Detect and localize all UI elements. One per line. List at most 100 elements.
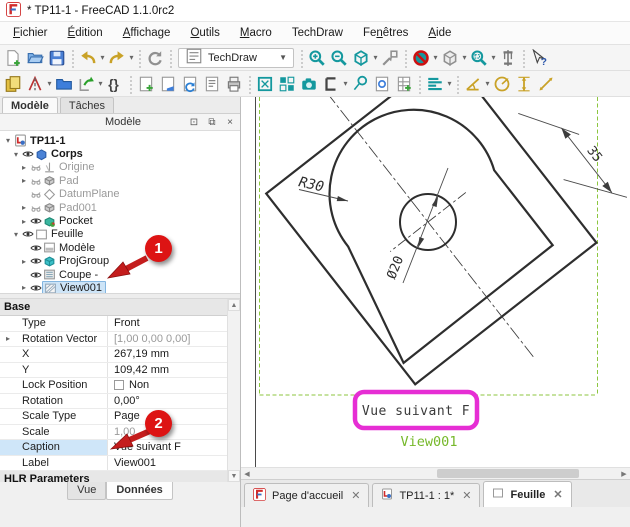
open-document-icon[interactable] xyxy=(24,47,46,69)
property-value[interactable]: View001 xyxy=(108,456,240,471)
visibility-eye-icon[interactable] xyxy=(21,148,34,160)
close-tab-icon[interactable]: ✕ xyxy=(460,489,471,502)
zoom-region-icon[interactable] xyxy=(468,47,490,69)
dropdown-caret-icon[interactable]: ▾ xyxy=(46,79,53,88)
dimension-radius-icon[interactable] xyxy=(491,73,513,95)
property-section-base[interactable]: Base xyxy=(0,299,240,316)
property-row-rotation-vector[interactable]: ▸Rotation Vector[1,00 0,00 0,00] xyxy=(0,332,240,348)
expand-arrow-icon[interactable]: ▸ xyxy=(19,203,29,212)
property-value[interactable]: [1,00 0,00 0,00] xyxy=(108,332,240,347)
dimension-oblique-icon[interactable] xyxy=(535,73,557,95)
whats-this-icon[interactable]: ? xyxy=(528,47,550,69)
doc-tab-tp11-1-1-[interactable]: TP11-1 : 1*✕ xyxy=(372,483,480,507)
expand-arrow-icon[interactable]: ▸ xyxy=(19,257,29,266)
visibility-eye-icon[interactable] xyxy=(29,255,42,267)
caption-text[interactable]: Vue suivant F xyxy=(362,404,470,419)
braces-icon[interactable]: {} xyxy=(104,73,126,95)
property-row-type[interactable]: TypeFront xyxy=(0,316,240,332)
close-tab-icon[interactable]: ✕ xyxy=(349,489,360,502)
new-page-default-icon[interactable] xyxy=(135,73,157,95)
refresh-icon[interactable] xyxy=(144,47,166,69)
dock-panel-icon[interactable]: ⊡ xyxy=(186,115,202,129)
tree-item-pocket[interactable]: ▸Pocket xyxy=(0,214,240,227)
view-label-text[interactable]: View001 xyxy=(401,434,458,450)
property-value[interactable]: 109,42 mm xyxy=(108,363,240,378)
drawing-canvas[interactable]: 35 Ø20 R30 V xyxy=(241,97,630,467)
insert-balloon-icon[interactable] xyxy=(349,73,371,95)
horizontal-scrollbar[interactable]: ◀ ▶ xyxy=(241,467,630,479)
folder-tree-icon[interactable] xyxy=(53,73,75,95)
export-page-icon[interactable] xyxy=(75,73,97,95)
property-scrollbar[interactable]: ▲ ▼ xyxy=(227,299,240,482)
dimension-vertical-icon[interactable] xyxy=(513,73,535,95)
visibility-eye-icon[interactable] xyxy=(29,161,42,173)
new-document-icon[interactable] xyxy=(2,47,24,69)
scroll-right-icon[interactable]: ▶ xyxy=(618,468,630,479)
insert-image-icon[interactable] xyxy=(371,73,393,95)
undo-icon[interactable] xyxy=(77,47,99,69)
tree-item-origine[interactable]: ▸Origine xyxy=(0,161,240,174)
property-row-rotation[interactable]: Rotation0,00° xyxy=(0,394,240,410)
redraw-page-icon[interactable] xyxy=(201,73,223,95)
scroll-down-icon[interactable]: ▼ xyxy=(228,470,240,482)
dropdown-caret-icon[interactable]: ▾ xyxy=(372,53,379,62)
dropdown-caret-icon[interactable]: ▾ xyxy=(461,53,468,62)
property-value[interactable]: 267,19 mm xyxy=(108,347,240,362)
expand-arrow-icon[interactable]: ▸ xyxy=(6,334,10,343)
save-document-icon[interactable] xyxy=(46,47,68,69)
dropdown-caret-icon[interactable]: ▾ xyxy=(342,79,349,88)
fit-all-icon[interactable] xyxy=(350,47,372,69)
print-page-icon[interactable] xyxy=(223,73,245,95)
property-value[interactable]: Non xyxy=(108,378,240,393)
insert-spreadsheet-icon[interactable] xyxy=(393,73,415,95)
zoom-in-icon[interactable] xyxy=(306,47,328,69)
clip-group-icon[interactable] xyxy=(320,73,342,95)
new-page-template-icon[interactable] xyxy=(157,73,179,95)
property-row-label[interactable]: LabelView001 xyxy=(0,456,240,472)
expand-arrow-icon[interactable]: ▾ xyxy=(3,136,13,145)
visibility-eye-icon[interactable] xyxy=(29,175,42,187)
property-section-hlr[interactable]: HLR Parameters xyxy=(0,471,240,482)
property-value[interactable]: 0,00° xyxy=(108,394,240,409)
sync-camera-icon[interactable] xyxy=(379,47,401,69)
tree-item-tp111[interactable]: ▾TP11-1 xyxy=(0,134,240,147)
visibility-eye-icon[interactable] xyxy=(29,188,42,200)
menu-outils[interactable]: Outils xyxy=(181,24,228,42)
expand-arrow-icon[interactable]: ▸ xyxy=(19,217,29,226)
tree-item-pad001[interactable]: ▸Pad001 xyxy=(0,201,240,214)
dropdown-caret-icon[interactable]: ▾ xyxy=(97,79,104,88)
expand-arrow-icon[interactable]: ▾ xyxy=(11,230,21,239)
dropdown-caret-icon[interactable]: ▾ xyxy=(128,53,135,62)
axonometric-view-icon[interactable] xyxy=(439,47,461,69)
visibility-eye-icon[interactable] xyxy=(29,215,42,227)
nav-block-icon[interactable] xyxy=(410,47,432,69)
visibility-eye-icon[interactable] xyxy=(29,269,42,281)
menu-techdraw[interactable]: TechDraw xyxy=(283,24,352,42)
techdraw-page-view[interactable]: 35 Ø20 R30 V xyxy=(241,97,630,467)
expand-arrow-icon[interactable]: ▸ xyxy=(19,176,29,185)
scrollbar-thumb[interactable] xyxy=(437,469,579,478)
menu-affichage[interactable]: Affichage xyxy=(114,24,180,42)
tree-item-corps[interactable]: ▾Corps xyxy=(0,147,240,160)
expand-arrow-icon[interactable]: ▸ xyxy=(19,283,29,292)
dropdown-caret-icon[interactable]: ▾ xyxy=(99,53,106,62)
tree-item-pad[interactable]: ▸Pad xyxy=(0,174,240,187)
menu-aide[interactable]: Aide xyxy=(419,24,460,42)
property-row-lock-position[interactable]: Lock PositionNon xyxy=(0,378,240,394)
doc-tab-page-d-accueil[interactable]: Page d'accueil✕ xyxy=(244,483,369,507)
expand-arrow-icon[interactable]: ▸ xyxy=(19,163,29,172)
visibility-eye-icon[interactable] xyxy=(29,202,42,214)
menu-dition[interactable]: Édition xyxy=(59,24,112,42)
checkbox-icon[interactable] xyxy=(114,380,124,390)
visibility-eye-icon[interactable] xyxy=(21,228,34,240)
tree-item-feuille[interactable]: ▾Feuille xyxy=(0,228,240,241)
panel-tab-tches[interactable]: Tâches xyxy=(60,97,114,113)
menu-fentres[interactable]: Fenêtres xyxy=(354,24,417,42)
property-value[interactable]: Page xyxy=(108,409,240,424)
close-panel-icon[interactable]: × xyxy=(222,115,238,129)
tree-item-datumplane[interactable]: DatumPlane xyxy=(0,188,240,201)
property-row-x[interactable]: X267,19 mm xyxy=(0,347,240,363)
tree-item-view001[interactable]: ▸View001 xyxy=(0,281,240,293)
expand-arrow-icon[interactable]: ▾ xyxy=(11,150,21,159)
dimension-angle-icon[interactable] xyxy=(462,73,484,95)
